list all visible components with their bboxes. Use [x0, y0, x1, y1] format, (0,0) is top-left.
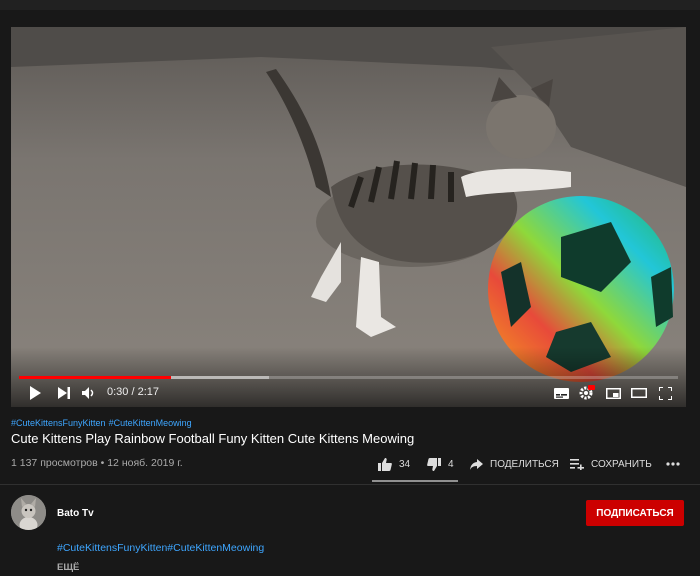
video-title: Cute Kittens Play Rainbow Football Funy …: [11, 431, 415, 446]
kitten-avatar-image: [11, 495, 46, 530]
dislike-count: 4: [448, 458, 454, 470]
channel-name[interactable]: Bato Tv: [57, 508, 94, 519]
dislike-button[interactable]: 4: [427, 455, 454, 473]
next-icon: [58, 387, 70, 399]
time-separator: /: [128, 386, 138, 398]
more-actions-button[interactable]: [666, 455, 687, 473]
play-icon: [30, 386, 41, 400]
settings-button[interactable]: [577, 384, 597, 402]
thumbs-up-icon: [378, 457, 392, 471]
description-hashtags[interactable]: #CuteKittensFunyKitten#CuteKittenMeowing: [57, 542, 264, 554]
theater-mode-button[interactable]: [629, 384, 649, 402]
settings-icon: [579, 385, 595, 400]
sentiment-bar: [372, 480, 458, 482]
fullscreen-button[interactable]: [655, 384, 675, 402]
subtitles-button[interactable]: [551, 384, 571, 402]
miniplayer-icon: [605, 387, 621, 399]
video-player[interactable]: 0:30 / 2:17: [11, 27, 686, 407]
player-controls: 0:30 / 2:17: [11, 379, 686, 407]
video-meta: 1 137 просмотров • 12 нояб. 2019 г.: [11, 457, 183, 469]
share-label: ПОДЕЛИТЬСЯ: [490, 458, 559, 470]
time-current: 0:30: [107, 386, 129, 398]
channel-avatar[interactable]: [11, 495, 46, 530]
divider: [0, 484, 700, 485]
save-button[interactable]: СОХРАНИТЬ: [570, 455, 652, 473]
time-total: 2:17: [137, 386, 160, 398]
hashtag-link[interactable]: #CuteKittensFunyKitten: [11, 418, 106, 428]
time-display: 0:30 / 2:17: [107, 386, 159, 398]
more-icon: [666, 462, 680, 466]
subscribe-button[interactable]: ПОДПИСАТЬСЯ: [586, 500, 684, 526]
like-button[interactable]: 34: [378, 455, 410, 473]
share-icon: [470, 458, 483, 470]
hashtag-link[interactable]: #CuteKittenMeowing: [109, 418, 192, 428]
view-count: 1 137 просмотров: [11, 457, 98, 469]
subtitles-icon: [553, 387, 569, 399]
meta-separator: •: [97, 457, 108, 469]
save-playlist-icon: [570, 458, 584, 470]
like-count: 34: [399, 458, 411, 470]
volume-button[interactable]: [79, 384, 99, 402]
top-bar: [0, 0, 700, 10]
volume-icon: [82, 387, 94, 399]
miniplayer-button[interactable]: [603, 384, 623, 402]
share-button[interactable]: ПОДЕЛИТЬСЯ: [470, 455, 559, 473]
video-hashtags: #CuteKittensFunyKitten #CuteKittenMeowing: [11, 418, 195, 428]
next-button[interactable]: [54, 384, 74, 402]
play-button[interactable]: [25, 384, 45, 402]
fullscreen-icon: [658, 386, 672, 400]
upload-date: 12 нояб. 2019 г.: [107, 457, 183, 469]
show-more-button[interactable]: ЕЩЁ: [57, 562, 79, 573]
theater-icon: [631, 388, 647, 398]
thumbs-down-icon: [427, 457, 441, 471]
save-label: СОХРАНИТЬ: [591, 458, 652, 470]
